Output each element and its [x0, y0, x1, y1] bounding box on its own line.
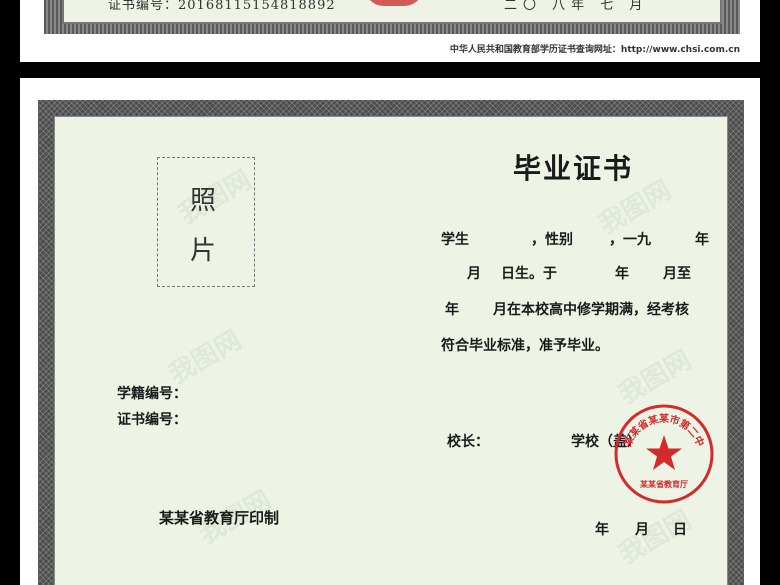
student-id-label: 学籍编号：: [117, 386, 187, 402]
year-label-1: 年: [695, 232, 709, 248]
printed-by-label: 某某省教育厅印制: [159, 509, 280, 527]
year-label-2: 年: [615, 266, 629, 282]
month-to-label: 月至: [663, 266, 691, 282]
student-label: 学生: [441, 232, 469, 248]
previous-seal-fragment: [364, 0, 424, 6]
previous-cert-number: 证书编号：20168115154818892: [108, 0, 336, 13]
conclusion-text: 符合毕业标准，准予毕业。: [441, 338, 609, 354]
previous-certificate-border: 证书编号：20168115154818892 二〇 八年 七 月: [44, 0, 740, 34]
photo-label-1: 照: [190, 186, 217, 216]
gender-label: ，性别: [531, 232, 573, 248]
official-seal: 某某省某某市第二中 某某省教育厅: [614, 404, 714, 504]
certificate-paper: 我图网 我图网 我图网 我图网 我图网 我图网 照 片 毕业证书 学生 ，性别 …: [54, 116, 728, 585]
cert-id-label: 证书编号：: [117, 412, 187, 428]
principal-label: 校长：: [447, 434, 489, 450]
certificate-sheet: 我图网 我图网 我图网 我图网 我图网 我图网 照 片 毕业证书 学生 ，性别 …: [20, 78, 760, 585]
year-label-3: 年: [445, 302, 459, 318]
seal-star-icon: [646, 435, 682, 470]
seal-bottom-text: 某某省教育厅: [639, 479, 688, 489]
previous-page-strip: 证书编号：20168115154818892 二〇 八年 七 月 中华人民共和国…: [20, 0, 760, 62]
previous-date-fragment: 二〇 八年 七 月: [504, 0, 649, 13]
watermark: 我图网: [613, 345, 697, 411]
completion-text: 月在本校高中修学期满，经考核: [493, 302, 689, 318]
photo-label-2: 片: [190, 236, 217, 266]
certificate-title: 毕业证书: [513, 152, 634, 185]
previous-certificate-paper: 证书编号：20168115154818892 二〇 八年 七 月: [62, 0, 722, 24]
certificate-border: 我图网 我图网 我图网 我图网 我图网 我图网 照 片 毕业证书 学生 ，性别 …: [38, 100, 744, 585]
born-on-label: 日生。于: [501, 266, 557, 282]
birth-year-prefix: ，一九: [609, 232, 651, 248]
watermark: 我图网: [163, 325, 247, 391]
date-month-label: 月: [635, 522, 649, 538]
date-day-label: 日: [673, 522, 687, 538]
month-label-1: 月: [467, 266, 481, 282]
date-year-label: 年: [595, 522, 609, 538]
query-url-notice: 中华人民共和国教育部学历证书查询网址：http://www.chsi.com.c…: [449, 45, 740, 55]
photo-placeholder: 照 片: [157, 157, 255, 287]
